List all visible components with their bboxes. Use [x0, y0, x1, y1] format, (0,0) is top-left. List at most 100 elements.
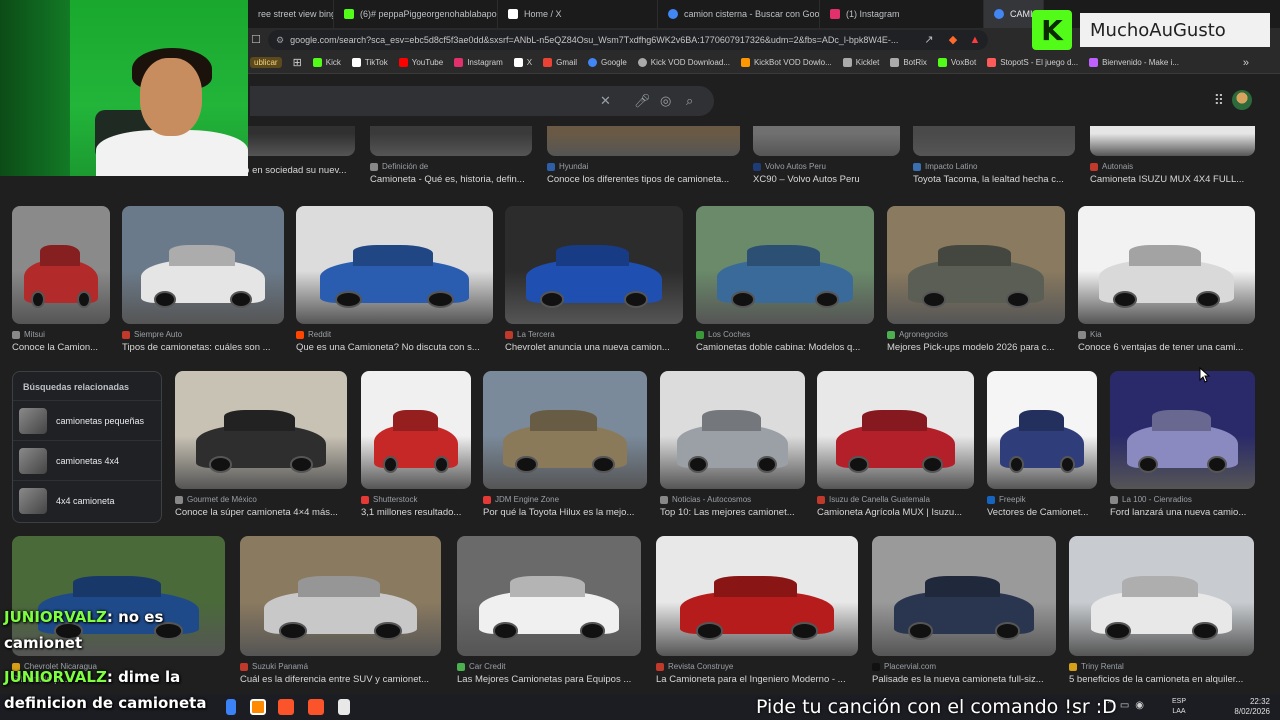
- apps-grid-icon[interactable]: ⊞: [293, 56, 302, 69]
- more-bookmarks-icon[interactable]: »: [1243, 57, 1249, 69]
- result-thumbnail[interactable]: [753, 126, 900, 156]
- result-thumbnail[interactable]: [12, 206, 110, 324]
- bookmark-stopots[interactable]: StopotS - El juego d...: [987, 58, 1078, 67]
- site-info-icon[interactable]: ⚙: [276, 35, 284, 46]
- result-title[interactable]: Toyota Tacoma, la lealtad hecha c...: [913, 174, 1075, 185]
- file-icon[interactable]: [338, 699, 350, 715]
- bookmark-botrix[interactable]: BotRix: [890, 58, 927, 67]
- search-box[interactable]: ✕ 🎤︎ ◎ ⌕: [250, 86, 714, 116]
- language-indicator[interactable]: ESP LAA: [1172, 697, 1186, 717]
- result-source[interactable]: Placervial.com: [872, 662, 1056, 671]
- result-thumbnail[interactable]: [370, 126, 532, 156]
- image-result[interactable]: Reddit Que es una Camioneta? No discuta c…: [296, 206, 493, 353]
- result-thumbnail[interactable]: [547, 126, 740, 156]
- image-result[interactable]: Definición de Camioneta - Qué es, histori…: [370, 126, 532, 185]
- url-field[interactable]: ⚙ google.com/search?sca_esv=ebc5d8cf5f3a…: [268, 30, 988, 50]
- bookmark-gmail[interactable]: Gmail: [543, 58, 577, 67]
- result-title[interactable]: Tipos de camionetas: cuáles son ...: [122, 342, 284, 353]
- clock[interactable]: 22:32 8/02/2026: [1234, 697, 1270, 717]
- result-title[interactable]: Conoce los diferentes tipos de camioneta…: [547, 174, 740, 185]
- browser-tab[interactable]: ree street view bing: [248, 0, 334, 28]
- share-icon[interactable]: ↗: [922, 33, 936, 47]
- image-result[interactable]: Noticias - Autocosmos Top 10: Las mejores…: [660, 371, 805, 518]
- result-title[interactable]: 3,1 millones resultado...: [361, 507, 471, 518]
- bookmark-publicar[interactable]: ublicar: [250, 57, 282, 68]
- image-result[interactable]: Triny Rental 5 beneficios de la camioneta…: [1069, 536, 1254, 685]
- result-title[interactable]: Camioneta ISUZU MUX 4X4 FULL...: [1090, 174, 1255, 185]
- image-result[interactable]: Car Credit Las Mejores Camionetas para Eq…: [457, 536, 641, 685]
- image-result[interactable]: Shutterstock 3,1 millones resultado...: [361, 371, 471, 518]
- result-title[interactable]: Top 10: Las mejores camionet...: [660, 507, 805, 518]
- result-source[interactable]: Noticias - Autocosmos: [660, 495, 805, 504]
- result-source[interactable]: Siempre Auto: [122, 330, 284, 339]
- result-source[interactable]: Impacto Latino: [913, 162, 1075, 171]
- image-result[interactable]: Los Coches Camionetas doble cabina: Model…: [696, 206, 874, 353]
- image-result[interactable]: Impacto Latino Toyota Tacoma, la lealtad …: [913, 126, 1075, 185]
- result-title[interactable]: Conoce la súper camioneta 4×4 más...: [175, 507, 347, 518]
- result-thumbnail[interactable]: [887, 206, 1065, 324]
- result-title[interactable]: Conoce la Camion...: [12, 342, 110, 353]
- bookmark-kickbot[interactable]: KickBot VOD Dowlo...: [740, 58, 832, 67]
- result-title[interactable]: XC90 – Volvo Autos Peru: [753, 174, 900, 185]
- result-source[interactable]: Shutterstock: [361, 495, 471, 504]
- result-thumbnail[interactable]: [660, 371, 805, 489]
- bookmark-tiktok[interactable]: TikTok: [351, 58, 388, 67]
- result-source[interactable]: Volvo Autos Peru: [753, 162, 900, 171]
- result-thumbnail[interactable]: [913, 126, 1075, 156]
- result-thumbnail[interactable]: [505, 206, 683, 324]
- result-thumbnail[interactable]: [1110, 371, 1255, 489]
- bookmark-google[interactable]: Google: [588, 58, 627, 67]
- result-thumbnail[interactable]: [1090, 126, 1255, 156]
- result-source[interactable]: La Tercera: [505, 330, 683, 339]
- bookmark-youtube[interactable]: YouTube: [398, 58, 443, 67]
- result-source[interactable]: Freepik: [987, 495, 1097, 504]
- browser-tab[interactable]: (1) Instagram: [820, 0, 984, 28]
- image-result[interactable]: Kia Conoce 6 ventajas de tener una cami..…: [1078, 206, 1255, 353]
- result-thumbnail[interactable]: [656, 536, 858, 656]
- bookmark-icon[interactable]: ☐: [249, 33, 263, 47]
- browser-tab[interactable]: Home / X: [498, 0, 658, 28]
- result-title[interactable]: Palisade es la nueva camioneta full-siz.…: [872, 674, 1056, 685]
- result-title[interactable]: Camionetas doble cabina: Modelos q...: [696, 342, 874, 353]
- result-source[interactable]: Suzuki Panamá: [240, 662, 441, 671]
- result-thumbnail[interactable]: [361, 371, 471, 489]
- result-thumbnail[interactable]: [296, 206, 493, 324]
- result-source[interactable]: Isuzu de Canella Guatemala: [817, 495, 974, 504]
- image-result[interactable]: Suzuki Panamá Cuál es la diferencia entre…: [240, 536, 441, 685]
- bookmark-kicklet[interactable]: Kicklet: [842, 58, 879, 67]
- result-source[interactable]: Mitsui: [12, 330, 110, 339]
- browser-tab[interactable]: (6)# peppaPiggeorgenohablabaporg: [334, 0, 498, 28]
- bookmark-make[interactable]: Bienvenido - Make i...: [1089, 58, 1179, 67]
- search-icon[interactable]: ⌕: [686, 93, 693, 109]
- result-title[interactable]: Por qué la Toyota Hilux es la mejo...: [483, 507, 647, 518]
- result-source[interactable]: Triny Rental: [1069, 662, 1254, 671]
- image-result[interactable]: Agronegocios Mejores Pick-ups modelo 2026…: [887, 206, 1065, 353]
- brave-active-icon[interactable]: [250, 699, 266, 715]
- result-source[interactable]: La 100 - Cienradios: [1110, 495, 1255, 504]
- account-avatar[interactable]: [1232, 90, 1252, 110]
- image-result[interactable]: Isuzu de Canella Guatemala Camioneta Agrí…: [817, 371, 974, 518]
- result-source[interactable]: Los Coches: [696, 330, 874, 339]
- result-title[interactable]: 5 beneficios de la camioneta en alquiler…: [1069, 674, 1254, 685]
- result-source[interactable]: Reddit: [296, 330, 493, 339]
- bookmark-x[interactable]: X: [513, 58, 532, 67]
- image-result[interactable]: Gourmet de México Conoce la súper camione…: [175, 371, 347, 518]
- result-thumbnail[interactable]: [483, 371, 647, 489]
- result-thumbnail[interactable]: [240, 536, 441, 656]
- result-source[interactable]: Agronegocios: [887, 330, 1065, 339]
- image-result[interactable]: Autonais Camioneta ISUZU MUX 4X4 FULL...: [1090, 126, 1255, 185]
- related-search-item[interactable]: 4x4 camioneta: [13, 480, 161, 520]
- clear-icon[interactable]: ✕: [600, 93, 611, 109]
- result-title[interactable]: Camioneta Agrícola MUX | Isuzu...: [817, 507, 974, 518]
- image-result[interactable]: Placervial.com Palisade es la nueva camio…: [872, 536, 1056, 685]
- image-result[interactable]: La 100 - Cienradios Ford lanzará una nuev…: [1110, 371, 1255, 518]
- result-thumbnail[interactable]: [457, 536, 641, 656]
- browser-tab[interactable]: camion cisterna - Buscar con Google: [658, 0, 820, 28]
- image-result[interactable]: La Tercera Chevrolet anuncia una nueva ca…: [505, 206, 683, 353]
- image-result[interactable]: JDM Engine Zone Por qué la Toyota Hilux e…: [483, 371, 647, 518]
- result-source[interactable]: Hyundai: [547, 162, 740, 171]
- result-title[interactable]: Cuál es la diferencia entre SUV y camion…: [240, 674, 441, 685]
- result-thumbnail[interactable]: [872, 536, 1056, 656]
- result-thumbnail[interactable]: [1078, 206, 1255, 324]
- result-title[interactable]: Conoce 6 ventajas de tener una cami...: [1078, 342, 1255, 353]
